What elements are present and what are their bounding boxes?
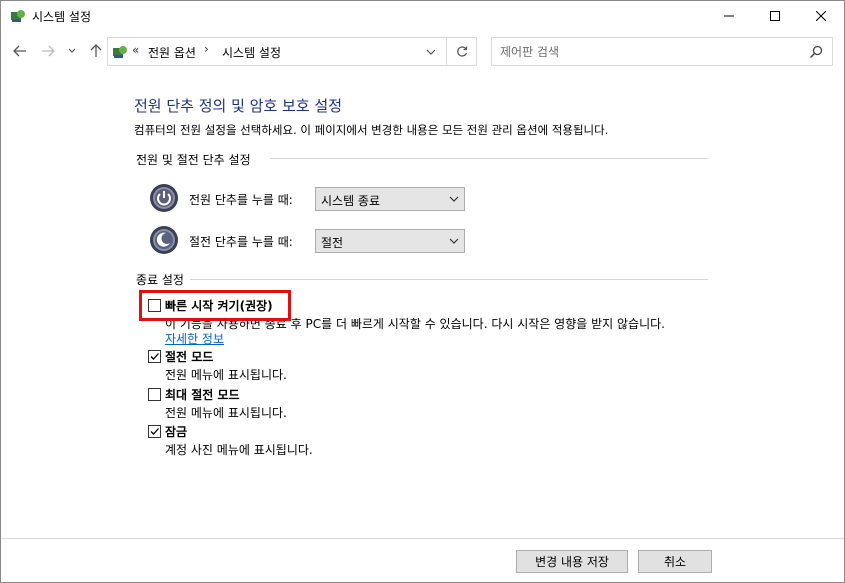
power-group-title: 전원 및 절전 단추 설정 [136, 153, 251, 167]
up-button[interactable] [85, 40, 107, 62]
search-input[interactable] [500, 43, 800, 60]
back-button[interactable] [9, 40, 31, 62]
recent-locations-button[interactable] [65, 40, 79, 62]
chevron-down-icon [426, 49, 436, 55]
sleep-button-icon [150, 226, 178, 254]
navigation-bar: « 전원 옵션 › 시스템 설정 [1, 32, 844, 72]
sleep-button-action-select[interactable]: 절전 [315, 229, 465, 253]
power-group-divider [270, 158, 708, 159]
close-button[interactable] [798, 1, 844, 31]
forward-button[interactable] [37, 40, 59, 62]
minimize-icon [724, 15, 734, 17]
maximize-icon [770, 11, 780, 21]
arrow-right-icon [42, 45, 55, 57]
cancel-button[interactable]: 취소 [638, 550, 712, 573]
arrow-left-icon [13, 45, 26, 57]
shutdown-group-title: 종료 설정 [136, 273, 184, 287]
arrow-up-icon [90, 44, 102, 57]
shutdown-group-divider [190, 279, 708, 280]
maximize-button[interactable] [752, 1, 798, 31]
power-button-icon [150, 184, 178, 212]
chevron-down-icon [449, 238, 459, 244]
lock-description: 계정 사진 메뉴에 표시됩니다. [165, 443, 313, 457]
search-icon[interactable] [808, 44, 824, 60]
breadcrumb-power-options[interactable]: 전원 옵션 [148, 44, 196, 61]
save-changes-button[interactable]: 변경 내용 저장 [516, 550, 628, 573]
page-title: 전원 단추 정의 및 암호 보호 설정 [134, 97, 343, 115]
hibernate-description: 전원 메뉴에 표시됩니다. [165, 406, 287, 420]
power-button-action-value: 시스템 종료 [321, 194, 381, 208]
control-panel-icon [11, 10, 25, 22]
more-info-link[interactable]: 자세한 정보 [165, 330, 224, 347]
close-icon [816, 11, 826, 21]
power-button-action-select[interactable]: 시스템 종료 [315, 187, 465, 211]
address-overflow-chevron[interactable]: « [132, 43, 139, 57]
lock-label[interactable]: 잠금 [165, 423, 187, 440]
window-title: 시스템 설정 [32, 10, 92, 24]
breadcrumb-system-settings[interactable]: 시스템 설정 [222, 44, 281, 61]
breadcrumb-separator[interactable]: › [204, 42, 209, 56]
system-settings-window: 시스템 설정 « 전원 옵션 › 시스템 설정 제어판 검색 전원 단추 정의 … [0, 0, 845, 583]
sleep-checkbox[interactable] [148, 350, 161, 363]
checkmark-icon [150, 353, 159, 360]
search-box[interactable] [491, 37, 833, 66]
sleep-description: 전원 메뉴에 표시됩니다. [165, 368, 287, 382]
sleep-button-action-value: 절전 [321, 236, 344, 250]
minimize-button[interactable] [706, 1, 752, 31]
control-panel-icon [113, 46, 127, 58]
refresh-icon [456, 45, 467, 57]
address-dropdown-button[interactable] [416, 38, 446, 65]
sleep-label[interactable]: 절전 모드 [165, 348, 213, 365]
main-content: 전원 단추 정의 및 암호 보호 설정 컴퓨터의 전원 설정을 선택하세요. 이… [1, 73, 844, 538]
sleep-button-label: 절전 단추를 누를 때: [189, 235, 293, 249]
footer-divider [1, 538, 844, 539]
hibernate-checkbox[interactable] [148, 388, 161, 401]
checkmark-icon [150, 428, 159, 435]
power-button-label: 전원 단추를 누를 때: [189, 193, 293, 207]
fast-startup-highlight-box [139, 290, 291, 321]
page-description: 컴퓨터의 전원 설정을 선택하세요. 이 페이지에서 변경한 내용은 모든 전원… [134, 123, 609, 137]
title-bar: 시스템 설정 [1, 1, 844, 31]
chevron-down-icon [68, 48, 76, 53]
lock-checkbox[interactable] [148, 425, 161, 438]
address-bar[interactable]: « 전원 옵션 › 시스템 설정 [107, 37, 477, 66]
chevron-down-icon [449, 196, 459, 202]
refresh-button[interactable] [446, 38, 476, 65]
hibernate-label[interactable]: 최대 절전 모드 [165, 386, 240, 403]
